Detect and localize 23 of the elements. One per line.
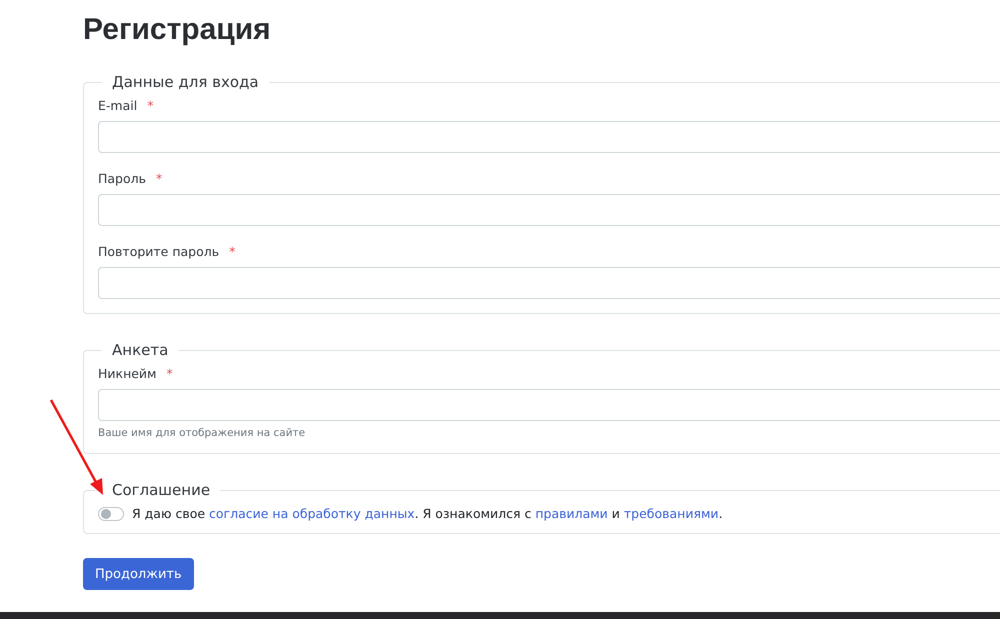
field-hint: Ваше имя для отображения на сайте (98, 427, 306, 439)
text-link[interactable]: требованиями (624, 506, 719, 521)
field-label: Повторите пароль (98, 244, 220, 259)
section-legend: Соглашение (102, 480, 220, 500)
section-legend: Анкета (102, 340, 178, 360)
required-mark: * (147, 98, 154, 113)
field-label: E-mail (98, 98, 138, 113)
agreement-text: Я даю свое согласие на обработку данных. Я ознакомился с правилами и требованиями. (132, 506, 723, 521)
text-link[interactable]: согласие на обработку данных (209, 506, 415, 521)
input-field[interactable] (98, 121, 1000, 153)
input-field[interactable] (98, 194, 1000, 226)
section-legend: Данные для входа (102, 72, 269, 92)
field-label: Пароль (98, 171, 146, 186)
required-mark: * (156, 171, 162, 186)
required-mark: * (166, 366, 173, 381)
page-title: Регистрация (83, 12, 272, 48)
text-link[interactable]: правилами (535, 506, 608, 521)
required-mark: * (229, 244, 236, 259)
toggle-switch[interactable] (98, 506, 124, 520)
continue-button[interactable]: Продолжить (83, 558, 194, 590)
input-field[interactable] (98, 267, 1000, 299)
input-field[interactable] (98, 389, 1000, 421)
field-label: Никнейм (98, 366, 156, 381)
